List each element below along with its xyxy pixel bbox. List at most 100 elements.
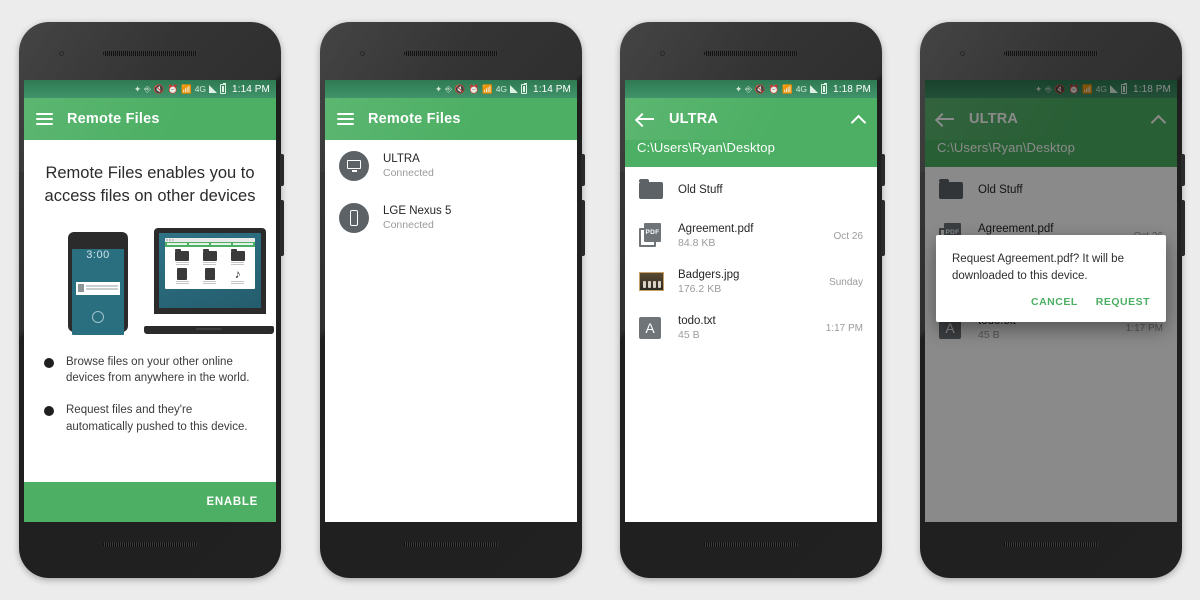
music-note-icon: ♪ — [234, 266, 241, 281]
folder-icon — [639, 177, 665, 203]
file-row-image[interactable]: Badgers.jpg 176.2 KB Sunday — [625, 259, 877, 305]
folder-icon — [230, 248, 245, 261]
phone-1-screen: ✦ ⎆ 🔇 ⏰ 📶 4G 1:14 PM Remote Files Remote… — [24, 80, 276, 522]
text-badge-label: A — [639, 317, 661, 339]
enable-button[interactable]: ENABLE — [24, 482, 276, 522]
request-button[interactable]: REQUEST — [1096, 296, 1150, 308]
volume-button[interactable] — [1181, 200, 1185, 256]
app-bar: Remote Files — [24, 98, 276, 140]
file-name: Agreement.pdf — [678, 223, 754, 235]
mobile-data-icon: 4G — [194, 83, 207, 94]
back-arrow-icon[interactable] — [637, 112, 655, 126]
label-lines — [175, 261, 189, 265]
power-button[interactable] — [581, 154, 585, 186]
volume-button[interactable] — [581, 200, 585, 256]
bottom-speaker — [704, 542, 798, 547]
power-button[interactable] — [881, 154, 885, 186]
hero-illustration: 3:00 ♪ — [40, 227, 274, 336]
hamburger-icon[interactable] — [337, 113, 354, 125]
laptop-file-window: ♪ — [165, 237, 255, 289]
volume-button[interactable] — [280, 200, 284, 256]
appbar-gloss — [625, 98, 877, 140]
file-row-text[interactable]: A todo.txt 45 B 1:17 PM — [625, 305, 877, 351]
front-camera-icon — [660, 51, 665, 56]
device-row-ultra[interactable]: ULTRA Connected — [325, 140, 577, 192]
alarm-icon: ⏰ — [468, 83, 480, 94]
illustration-notification-card — [76, 281, 120, 295]
device-status: Connected — [383, 167, 434, 179]
grid-item — [170, 267, 195, 284]
mute-icon: 🔇 — [754, 83, 766, 94]
nfc-icon: ⎆ — [144, 83, 151, 94]
dialog-actions: CANCEL REQUEST — [952, 284, 1150, 316]
file-date: Sunday — [829, 276, 863, 288]
cancel-button[interactable]: CANCEL — [1031, 296, 1078, 308]
status-icons: ✦ ⎆ 🔇 ⏰ 📶 4G — [134, 82, 227, 94]
alarm-icon: ⏰ — [768, 83, 780, 94]
earpiece-speaker — [1004, 51, 1098, 56]
window-file-grid: ♪ — [165, 247, 255, 289]
power-button[interactable] — [1181, 154, 1185, 186]
signal-icon — [209, 85, 218, 93]
device-status: Connected — [383, 219, 434, 231]
app-bar: Remote Files — [325, 98, 577, 140]
status-time: 1:14 PM — [533, 83, 571, 95]
file-info: Old Stuff — [678, 184, 850, 196]
app-title: Remote Files — [67, 111, 160, 127]
app-bar: ULTRA — [625, 98, 877, 140]
status-bar: ✦ ⎆ 🔇 ⏰ 📶 4G 1:14 PM — [325, 80, 577, 98]
text-file-icon: A — [639, 315, 665, 341]
battery-icon — [521, 82, 528, 94]
earpiece-speaker — [404, 51, 498, 56]
request-dialog: Request Agreement.pdf? It will be downlo… — [936, 235, 1166, 323]
illustration-phone-screen: 3:00 — [72, 248, 124, 335]
volume-button[interactable] — [881, 200, 885, 256]
laptop-lid: ♪ — [154, 227, 266, 314]
phone-2-screen: ✦ ⎆ 🔇 ⏰ 📶 4G 1:14 PM Remote Files ULTRA … — [325, 80, 577, 522]
file-row-folder[interactable]: Old Stuff — [625, 167, 877, 213]
phone-4-dialog: ✦ ⎆ 🔇 ⏰ 📶 4G 1:18 PM ULTRA C:\Users\Ryan… — [920, 22, 1185, 578]
phone-4-screen: ✦ ⎆ 🔇 ⏰ 📶 4G 1:18 PM ULTRA C:\Users\Ryan… — [925, 80, 1177, 522]
file-info: Agreement.pdf 84.8 KB — [678, 223, 821, 249]
chevron-up-icon[interactable] — [851, 112, 865, 126]
file-size: 176.2 KB — [678, 283, 722, 295]
app-title: ULTRA — [669, 111, 719, 127]
file-info: todo.txt 45 B — [678, 315, 813, 341]
bluetooth-icon: ✦ — [734, 83, 743, 94]
file-info: Badgers.jpg 176.2 KB — [678, 269, 816, 295]
pdf-badge-label: PDF — [644, 223, 661, 242]
file-row-pdf[interactable]: PDF Agreement.pdf 84.8 KB Oct 26 — [625, 213, 877, 259]
bullet-item: Request files and they're automatically … — [44, 402, 256, 435]
enable-button-label: ENABLE — [206, 496, 258, 508]
nfc-icon: ⎆ — [445, 83, 452, 94]
folder-icon — [175, 248, 190, 261]
alarm-icon: ⏰ — [167, 83, 179, 94]
illustration-lockscreen-time: 3:00 — [86, 248, 110, 261]
file-name: Old Stuff — [678, 184, 723, 196]
device-row-nexus[interactable]: LGE Nexus 5 Connected — [325, 192, 577, 244]
folder-icon — [202, 248, 217, 261]
front-camera-icon — [59, 51, 64, 56]
bottom-speaker — [404, 542, 498, 547]
document-icon — [204, 267, 215, 280]
bullet-text: Browse files on your other online device… — [66, 355, 250, 384]
file-name: Badgers.jpg — [678, 269, 740, 281]
label-lines — [203, 261, 217, 265]
mute-icon: 🔇 — [153, 83, 165, 94]
earpiece-speaker — [103, 51, 197, 56]
illustration-unlock-ring — [92, 310, 104, 323]
grid-item — [198, 248, 223, 265]
label-lines — [203, 280, 217, 284]
app-title: Remote Files — [368, 111, 461, 127]
status-bar: ✦ ⎆ 🔇 ⏰ 📶 4G 1:18 PM — [625, 80, 877, 98]
device-list: ULTRA Connected LGE Nexus 5 Connected — [325, 140, 577, 244]
power-button[interactable] — [280, 154, 284, 186]
nfc-icon: ⎆ — [745, 83, 752, 94]
phone-3-screen: ✦ ⎆ 🔇 ⏰ 📶 4G 1:18 PM ULTRA C:\Users\Ryan… — [625, 80, 877, 522]
device-name: ULTRA — [383, 153, 420, 165]
status-icons: ✦ ⎆ 🔇 ⏰ 📶 4G — [734, 82, 828, 94]
hamburger-icon[interactable] — [36, 113, 53, 125]
phone-icon — [339, 203, 369, 233]
phone-1-intro: ✦ ⎆ 🔇 ⏰ 📶 4G 1:14 PM Remote Files Remote… — [19, 22, 284, 578]
status-bar: ✦ ⎆ 🔇 ⏰ 📶 4G 1:14 PM — [24, 80, 276, 98]
